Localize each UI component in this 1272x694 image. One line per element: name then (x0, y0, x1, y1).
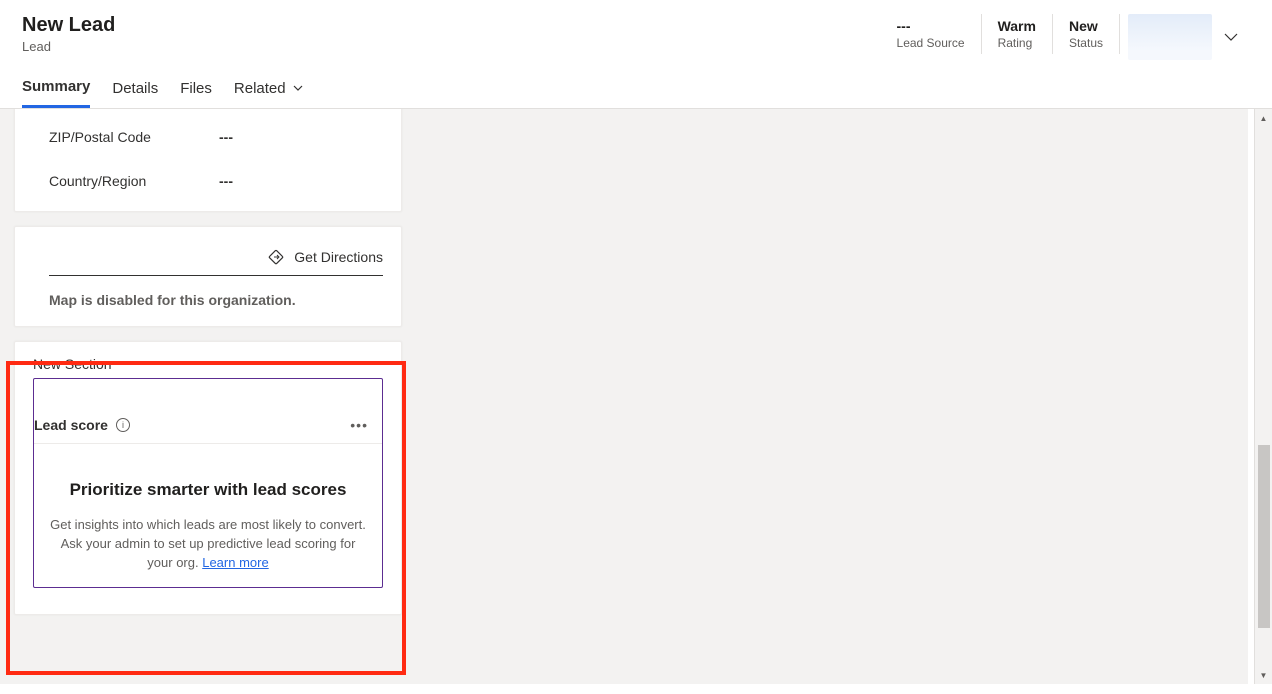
more-options-button[interactable]: ••• (350, 417, 368, 433)
tab-related-label: Related (234, 80, 286, 97)
lead-score-widget: Lead score i ••• Prioritize smarter with… (33, 378, 383, 588)
directions-icon (268, 249, 284, 265)
header-title-block: New Lead Lead (22, 14, 115, 54)
meta-rating[interactable]: Warm Rating (982, 14, 1053, 54)
header-meta: --- Lead Source Warm Rating New Status (881, 14, 1250, 60)
learn-more-link[interactable]: Learn more (202, 555, 268, 570)
record-tabs: Summary Details Files Related (0, 60, 1272, 109)
zip-row[interactable]: ZIP/Postal Code --- (15, 115, 401, 159)
zip-label: ZIP/Postal Code (49, 129, 219, 145)
directions-label: Get Directions (294, 249, 383, 265)
vertical-scrollbar[interactable]: ▲ ▼ (1254, 109, 1272, 684)
scroll-down-button[interactable]: ▼ (1255, 666, 1272, 684)
map-card: Get Directions Map is disabled for this … (14, 226, 402, 327)
tab-details[interactable]: Details (112, 80, 158, 107)
tab-files[interactable]: Files (180, 80, 212, 107)
lead-score-body-title: Prioritize smarter with lead scores (48, 480, 368, 500)
lead-score-body-desc: Get insights into which leads are most l… (48, 516, 368, 573)
country-label: Country/Region (49, 173, 219, 189)
page-title: New Lead (22, 14, 115, 37)
country-row[interactable]: Country/Region --- (15, 159, 401, 211)
lead-score-body: Prioritize smarter with lead scores Get … (34, 444, 382, 587)
meta-label: Lead Source (897, 36, 965, 50)
tab-related[interactable]: Related (234, 80, 304, 107)
meta-value: Warm (998, 18, 1036, 34)
address-card: ZIP/Postal Code --- Country/Region --- (14, 109, 402, 212)
meta-label: Rating (998, 36, 1036, 50)
get-directions-button[interactable]: Get Directions (49, 249, 383, 276)
record-header: New Lead Lead --- Lead Source Warm Ratin… (0, 0, 1272, 60)
lead-score-label: Lead score (34, 417, 108, 433)
meta-value: New (1069, 18, 1103, 34)
map-disabled-message: Map is disabled for this organization. (49, 292, 383, 308)
section-title: New Section (33, 356, 383, 372)
content-area: ZIP/Postal Code --- Country/Region --- G… (0, 109, 1272, 684)
lead-score-label-group: Lead score i (34, 417, 130, 433)
main-column: ZIP/Postal Code --- Country/Region --- G… (0, 109, 1248, 684)
scroll-up-button[interactable]: ▲ (1255, 109, 1272, 127)
chevron-down-icon (292, 82, 304, 94)
zip-value: --- (219, 129, 233, 145)
scroll-track[interactable] (1255, 127, 1272, 666)
info-icon[interactable]: i (116, 418, 130, 432)
meta-status[interactable]: New Status (1053, 14, 1120, 54)
expand-header-button[interactable] (1212, 14, 1250, 60)
lead-score-header: Lead score i ••• (34, 379, 382, 444)
new-section-card: New Section Lead score i ••• Prioritize … (14, 341, 402, 615)
meta-lead-source[interactable]: --- Lead Source (881, 14, 982, 54)
image-placeholder[interactable] (1128, 14, 1212, 60)
scroll-thumb[interactable] (1258, 445, 1270, 628)
tab-summary[interactable]: Summary (22, 78, 90, 108)
country-value: --- (219, 173, 233, 189)
chevron-down-icon (1223, 29, 1239, 45)
meta-value: --- (897, 18, 965, 34)
entity-name: Lead (22, 39, 115, 54)
meta-label: Status (1069, 36, 1103, 50)
left-column: ZIP/Postal Code --- Country/Region --- G… (14, 109, 402, 615)
